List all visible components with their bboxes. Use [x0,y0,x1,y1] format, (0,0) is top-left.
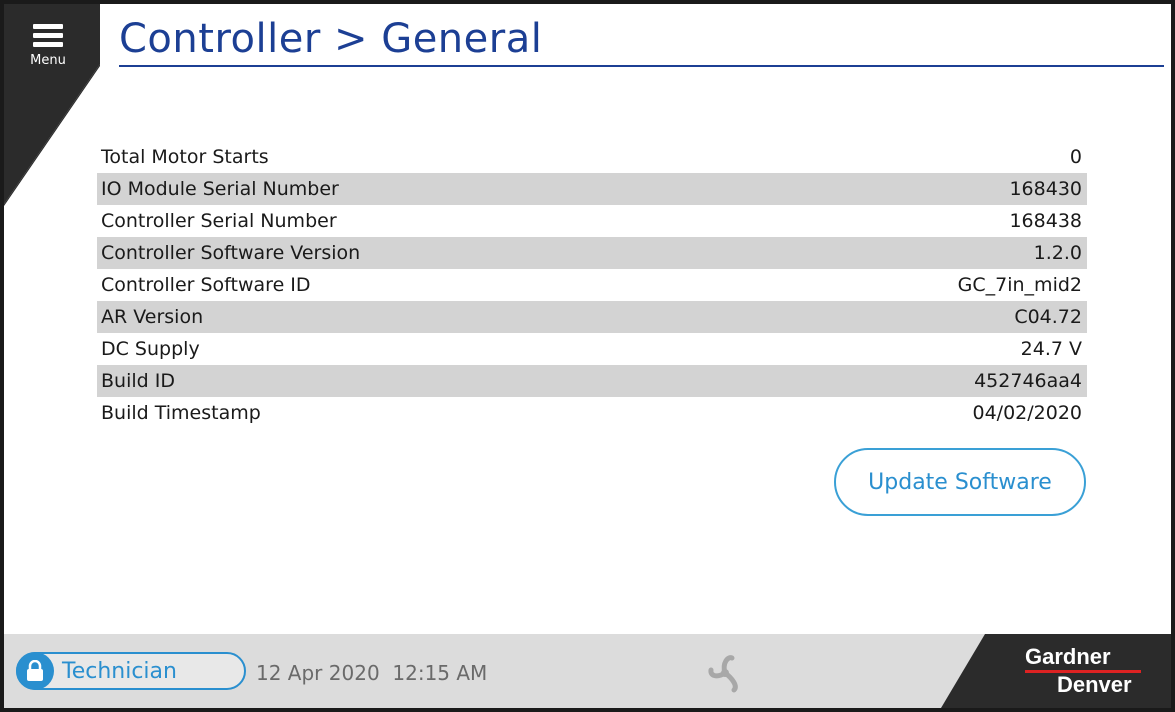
menu-label: Menu [30,53,66,68]
row-value: 24.7 V [1020,338,1082,360]
row-value: C04.72 [1014,306,1082,328]
row-label: Controller Software ID [101,274,311,296]
status-footer: Technician 12 Apr 2020 12:15 AM Gardner … [4,634,1171,708]
update-software-button[interactable]: Update Software [834,448,1086,516]
table-row: Total Motor Starts 0 [97,141,1087,173]
table-row: AR Version C04.72 [97,301,1087,333]
fan-icon [708,655,738,693]
row-label: IO Module Serial Number [101,178,339,200]
page-title: Controller > General [119,16,543,62]
app-frame: Menu Controller > General Total Motor St… [4,4,1171,708]
row-value: 168438 [1009,210,1082,232]
row-label: DC Supply [101,338,200,360]
table-row: DC Supply 24.7 V [97,333,1087,365]
row-value: 04/02/2020 [972,402,1082,424]
table-row: Controller Software Version 1.2.0 [97,237,1087,269]
row-label: Controller Software Version [101,242,361,264]
row-label: Build Timestamp [101,402,261,424]
table-row: Controller Software ID GC_7in_mid2 [97,269,1087,301]
table-row: Build Timestamp 04/02/2020 [97,397,1087,429]
table-row: Build ID 452746aa4 [97,365,1087,397]
user-role-button[interactable]: Technician [16,652,246,690]
row-value: 452746aa4 [974,370,1082,392]
brand-line1: Gardner [1025,644,1111,669]
table-row: Controller Serial Number 168438 [97,205,1087,237]
row-value: GC_7in_mid2 [957,274,1082,296]
brand-line2: Denver [1057,672,1132,697]
hamburger-icon [33,24,63,48]
row-label: AR Version [101,306,204,328]
table-row: IO Module Serial Number 168430 [97,173,1087,205]
row-label: Controller Serial Number [101,210,337,232]
details-table: Total Motor Starts 0 IO Module Serial Nu… [97,141,1087,429]
user-role-label: Technician [62,658,177,684]
lock-icon [16,652,54,690]
row-value: 168430 [1009,178,1082,200]
title-divider [119,65,1164,67]
date-time: 12 Apr 2020 12:15 AM [256,661,488,685]
row-value: 1.2.0 [1033,242,1082,264]
brand-logo: Gardner Denver [941,634,1171,708]
left-wedge [4,4,100,206]
menu-button[interactable]: Menu [18,16,78,78]
row-label: Total Motor Starts [101,146,269,168]
row-label: Build ID [101,370,175,392]
row-value: 0 [1069,146,1082,168]
